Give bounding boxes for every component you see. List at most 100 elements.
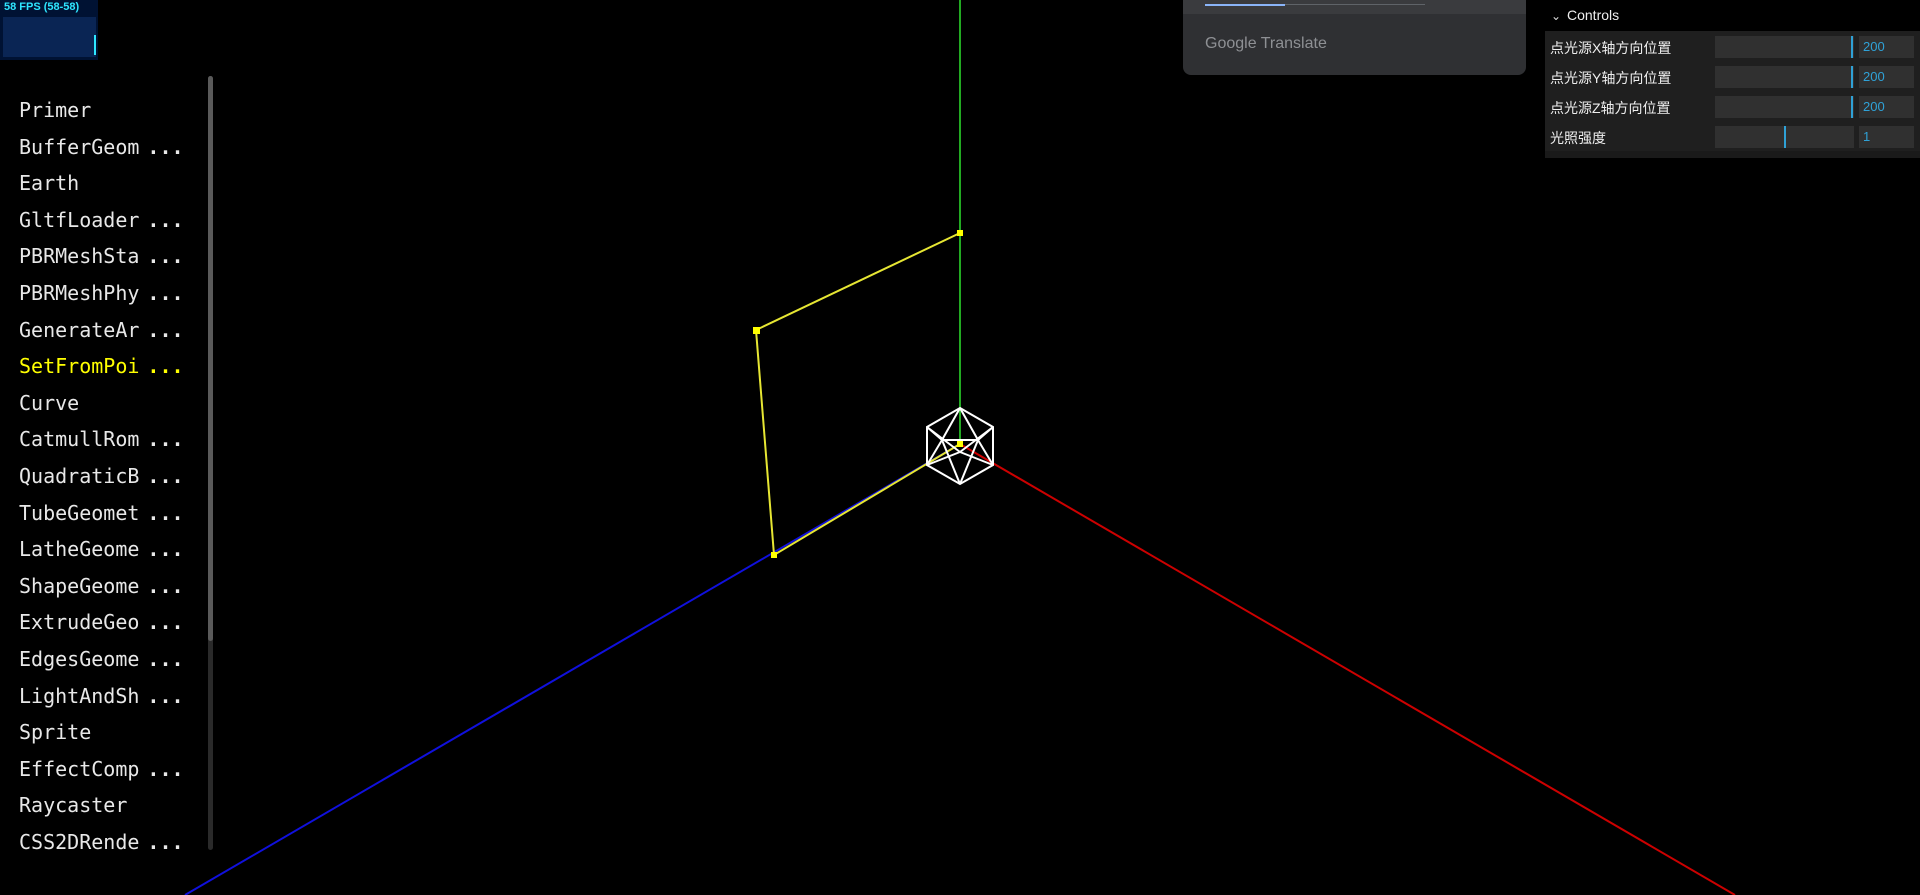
sidebar-item[interactable]: Primer [19, 92, 184, 129]
google-translate-popup: Google Translate [1183, 0, 1526, 75]
control-number-input[interactable]: 1 [1859, 126, 1914, 148]
sidebar-item-label: PBRMeshSta [19, 244, 140, 269]
controls-header[interactable]: ⌄ Controls [1545, 0, 1920, 31]
control-slider[interactable] [1715, 66, 1854, 88]
sidebar-item-label: ExtrudeGeo [19, 610, 140, 635]
sidebar-item-label: GenerateAr [19, 317, 140, 342]
sidebar-item-label: QuadraticB [19, 463, 140, 488]
google-translate-logo: Google Translate [1205, 35, 1327, 52]
sidebar-item[interactable]: BufferGeom... [19, 129, 184, 166]
fps-stats-panel[interactable]: 58 FPS (58-58) [0, 0, 98, 60]
truncation-ellipsis: ... [147, 280, 184, 305]
truncation-ellipsis: ... [147, 829, 184, 854]
translate-active-tab-indicator[interactable] [1205, 4, 1285, 6]
fps-graph [3, 17, 96, 57]
truncation-ellipsis: ... [147, 756, 184, 781]
truncation-ellipsis: ... [147, 500, 184, 525]
sidebar-item[interactable]: TubeGeomet... [19, 495, 184, 532]
truncation-ellipsis: ... [147, 134, 184, 159]
control-row: 点光源Z轴方向位置 200 [1545, 91, 1920, 121]
sidebar-scrollbar-thumb[interactable] [208, 76, 213, 641]
sidebar-item[interactable]: Sprite [19, 714, 184, 751]
sidebar-item-label: CSS2DRende [19, 829, 140, 854]
control-number-input[interactable]: 200 [1859, 66, 1914, 88]
sidebar-item[interactable]: CSS2DRende... [19, 824, 184, 861]
example-sidebar: Primer BufferGeom... Earth GltfLoader... PBR… [0, 76, 215, 860]
sidebar-item[interactable]: EffectComp... [19, 751, 184, 788]
slider-knob[interactable] [1784, 126, 1786, 148]
z-axis-line [184, 443, 961, 895]
sidebar-item-label: LatheGeome [19, 537, 140, 562]
sidebar-item-label: PBRMeshPhy [19, 280, 140, 305]
sidebar-item-label: CatmullRom [19, 427, 140, 452]
control-slider[interactable] [1715, 126, 1854, 148]
translate-tab-divider [1285, 4, 1425, 5]
slider-knob[interactable] [1851, 96, 1853, 118]
controls-title: Controls [1567, 7, 1620, 23]
sidebar-item[interactable]: SetFromPoi... [19, 348, 184, 385]
x-axis-line [959, 443, 1736, 895]
point-marker [957, 441, 963, 447]
point-marker [771, 552, 777, 558]
control-row: 点光源Y轴方向位置 200 [1545, 61, 1920, 91]
sidebar-item[interactable]: LatheGeome... [19, 531, 184, 568]
viewport[interactable]: 58 FPS (58-58) Primer BufferGeom... Earth G… [0, 0, 1920, 895]
point-marker [753, 327, 760, 334]
sidebar-item[interactable]: Earth [19, 165, 184, 202]
truncation-ellipsis: ... [147, 573, 184, 598]
control-label: 点光源Y轴方向位置 [1550, 70, 1672, 86]
sidebar-item[interactable]: Raycaster [19, 787, 184, 824]
truncation-ellipsis: ... [147, 537, 184, 562]
points-line [754, 232, 961, 557]
control-label: 点光源X轴方向位置 [1550, 40, 1672, 56]
sidebar-item-label: TubeGeomet [19, 500, 140, 525]
truncation-ellipsis: ... [147, 610, 184, 635]
truncation-ellipsis: ... [147, 427, 184, 452]
translate-tab-bar [1183, 0, 1526, 14]
sidebar-item[interactable]: LightAndSh... [19, 678, 184, 715]
control-label: 点光源Z轴方向位置 [1550, 100, 1671, 116]
example-list: Primer BufferGeom... Earth GltfLoader... PBR… [19, 92, 184, 860]
sidebar-item-label: LightAndSh [19, 683, 140, 708]
control-number-input[interactable]: 200 [1859, 96, 1914, 118]
control-row: 光照强度 1 [1545, 121, 1920, 151]
slider-knob[interactable] [1851, 36, 1853, 58]
point-marker [957, 230, 963, 236]
sidebar-item[interactable]: Curve [19, 385, 184, 422]
sidebar-item-label: Curve [19, 390, 80, 415]
sidebar-item-label: ShapeGeome [19, 573, 140, 598]
sidebar-item[interactable]: QuadraticB... [19, 458, 184, 495]
truncation-ellipsis: ... [147, 207, 184, 232]
sidebar-item[interactable]: GltfLoader... [19, 202, 184, 239]
control-number-input[interactable]: 200 [1859, 36, 1914, 58]
control-slider[interactable] [1715, 36, 1854, 58]
sidebar-item[interactable]: ExtrudeGeo... [19, 604, 184, 641]
sidebar-item-label: Primer [19, 98, 92, 122]
sidebar-item-label: Earth [19, 171, 80, 196]
control-label: 光照强度 [1550, 130, 1606, 146]
sidebar-item[interactable]: PBRMeshSta... [19, 238, 184, 275]
sidebar-item[interactable]: ShapeGeome... [19, 568, 184, 605]
sidebar-item-label: Raycaster [19, 793, 128, 818]
truncation-ellipsis: ... [147, 354, 184, 379]
slider-knob[interactable] [1851, 66, 1853, 88]
sidebar-item-label: SetFromPoi [19, 354, 140, 379]
sidebar-item[interactable]: EdgesGeome... [19, 641, 184, 678]
control-slider[interactable] [1715, 96, 1854, 118]
control-row: 点光源X轴方向位置 200 [1545, 31, 1920, 61]
truncation-ellipsis: ... [147, 646, 184, 671]
controls-rows: 点光源X轴方向位置 200 点光源Y轴方向位置 200 点光源Z轴方向位置 200 光照强度… [1545, 31, 1920, 151]
chevron-down-icon: ⌄ [1551, 9, 1562, 23]
sidebar-item-label: EdgesGeome [19, 646, 140, 671]
truncation-ellipsis: ... [147, 463, 184, 488]
sidebar-item[interactable]: CatmullRom... [19, 421, 184, 458]
sidebar-item[interactable]: PBRMeshPhy... [19, 275, 184, 312]
sidebar-item-label: Sprite [19, 720, 92, 745]
sidebar-item-label: BufferGeom [19, 134, 140, 159]
fps-graph-bar [94, 35, 96, 55]
controls-panel: ⌄ Controls 点光源X轴方向位置 200 点光源Y轴方向位置 200 点光源Z轴方… [1545, 0, 1920, 158]
truncation-ellipsis: ... [147, 683, 184, 708]
fps-readout: 58 FPS (58-58) [4, 1, 80, 13]
sidebar-scrollbar[interactable] [208, 76, 213, 850]
sidebar-item[interactable]: GenerateAr... [19, 312, 184, 349]
